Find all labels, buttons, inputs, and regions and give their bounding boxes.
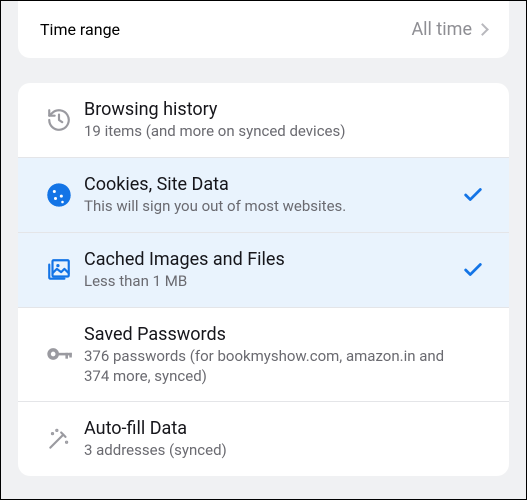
time-range-row[interactable]: Time range All time <box>18 1 509 58</box>
chevron-right-icon <box>476 23 489 36</box>
item-title: Browsing history <box>84 98 459 121</box>
item-cached-images[interactable]: Cached Images and Files Less than 1 MB <box>18 232 509 307</box>
check-icon <box>459 184 487 206</box>
item-title: Auto-fill Data <box>84 417 459 440</box>
item-cookies[interactable]: Cookies, Site Data This will sign you ou… <box>18 157 509 232</box>
item-title: Cookies, Site Data <box>84 173 459 196</box>
images-icon <box>40 257 78 283</box>
history-icon <box>40 107 78 133</box>
item-title: Cached Images and Files <box>84 248 459 271</box>
item-title: Saved Passwords <box>84 323 459 346</box>
check-icon <box>459 259 487 281</box>
wand-icon <box>40 426 78 452</box>
time-range-value: All time <box>411 19 472 40</box>
data-type-list: Browsing history 19 items (and more on s… <box>18 83 509 476</box>
item-browsing-history[interactable]: Browsing history 19 items (and more on s… <box>18 83 509 157</box>
item-subtitle: 19 items (and more on synced devices) <box>84 122 459 142</box>
item-subtitle: Less than 1 MB <box>84 272 459 292</box>
time-range-label: Time range <box>40 20 120 39</box>
item-saved-passwords[interactable]: Saved Passwords 376 passwords (for bookm… <box>18 307 509 401</box>
item-subtitle: 376 passwords (for bookmyshow.com, amazo… <box>84 347 459 386</box>
item-subtitle: 3 addresses (synced) <box>84 441 459 461</box>
item-autofill[interactable]: Auto-fill Data 3 addresses (synced) <box>18 401 509 476</box>
cookie-icon <box>40 181 78 209</box>
item-subtitle: This will sign you out of most websites. <box>84 197 459 217</box>
key-icon <box>40 340 78 368</box>
